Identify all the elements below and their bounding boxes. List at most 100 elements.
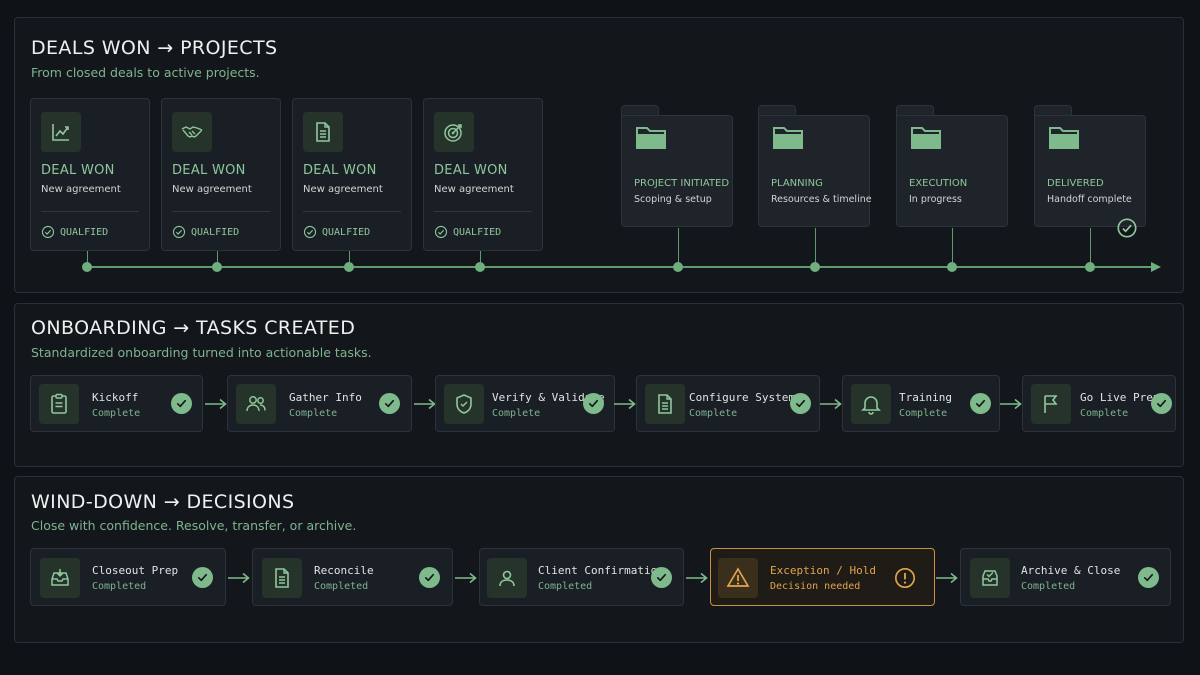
deal-subtitle: New agreement: [303, 184, 383, 195]
exception-card[interactable]: Exception / Hold Decision needed: [710, 548, 935, 606]
users-icon: [236, 384, 276, 424]
step-title: Client Confirmation: [538, 564, 664, 577]
bell-icon: [851, 384, 891, 424]
check-circle-icon: [41, 225, 55, 239]
timeline-dot: [344, 262, 354, 272]
deal-title: DEAL WON: [434, 163, 508, 178]
deal-card[interactable]: DEAL WON New agreement QUALFIED: [423, 98, 543, 251]
section-subtitle: From closed deals to active projects.: [31, 65, 260, 80]
step-card[interactable]: Archive & Close Completed: [960, 548, 1171, 606]
check-icon: [1151, 393, 1172, 414]
check-icon: [379, 393, 400, 414]
arrow-right-icon: [613, 398, 637, 410]
qualified-badge: QUALFIED: [41, 225, 108, 239]
step-card[interactable]: Reconcile Completed: [252, 548, 453, 606]
timeline: [86, 266, 1154, 268]
target-icon: [434, 112, 474, 152]
qualified-badge: QUALFIED: [434, 225, 501, 239]
task-title: Kickoff: [92, 391, 139, 404]
connector: [815, 228, 816, 266]
timeline-dot: [1085, 262, 1095, 272]
arrow-right-icon: [935, 572, 959, 584]
deal-status: QUALFIED: [453, 226, 502, 238]
step-card[interactable]: Closeout Prep Completed: [30, 548, 226, 606]
deal-title: DEAL WON: [41, 163, 115, 178]
check-icon: [970, 393, 991, 414]
project-folder[interactable]: PROJECT INITIATED Scoping & setup: [621, 105, 733, 227]
section-subtitle: Standardized onboarding turned into acti…: [31, 345, 372, 360]
project-title: DELIVERED: [1047, 178, 1104, 189]
task-card[interactable]: Kickoff Complete: [30, 375, 203, 432]
check-circle-icon: [172, 225, 186, 239]
alert-circle-icon: [895, 568, 915, 588]
task-status: Complete: [289, 408, 338, 419]
divider: [434, 211, 532, 212]
step-status: Completed: [538, 581, 593, 592]
task-card[interactable]: Go Live Prep Complete: [1022, 375, 1176, 432]
document-icon: [303, 112, 343, 152]
check-icon: [419, 567, 440, 588]
check-icon: [192, 567, 213, 588]
check-icon: [171, 393, 192, 414]
folder-icon: [1048, 123, 1080, 151]
task-title: Training: [899, 391, 952, 404]
arrow-right-icon: [999, 398, 1023, 410]
deal-card[interactable]: DEAL WON New agreement QUALFIED: [30, 98, 150, 251]
connector: [1090, 228, 1091, 266]
section-title: DEALS WON → PROJECTS: [31, 37, 278, 59]
check-circle-icon: [1116, 217, 1138, 239]
task-title: Gather Info: [289, 391, 362, 404]
project-subtitle: Resources & timeline: [771, 194, 872, 205]
shield-icon: [444, 384, 484, 424]
deal-title: DEAL WON: [303, 163, 377, 178]
document-icon: [262, 558, 302, 598]
task-card[interactable]: Training Complete: [842, 375, 1000, 432]
chart-icon: [41, 112, 81, 152]
task-status: Complete: [492, 408, 541, 419]
deal-status: QUALFIED: [191, 226, 240, 238]
project-title: PROJECT INITIATED: [634, 178, 730, 189]
check-circle-icon: [434, 225, 448, 239]
project-subtitle: In progress: [909, 194, 962, 205]
divider: [41, 211, 139, 212]
flag-icon: [1031, 384, 1071, 424]
project-title: EXECUTION: [909, 178, 968, 189]
deal-subtitle: New agreement: [434, 184, 514, 195]
handshake-icon: [172, 112, 212, 152]
folder-icon: [910, 123, 942, 151]
task-card[interactable]: Verify & Validate Complete: [435, 375, 615, 432]
task-status: Complete: [92, 408, 141, 419]
qualified-badge: QUALFIED: [303, 225, 370, 239]
deal-subtitle: New agreement: [41, 184, 121, 195]
divider: [303, 211, 401, 212]
user-icon: [487, 558, 527, 598]
project-folder[interactable]: EXECUTION In progress: [896, 105, 1008, 227]
arrow-right-icon: [204, 398, 228, 410]
step-card[interactable]: Client Confirmation Completed: [479, 548, 684, 606]
task-card[interactable]: Gather Info Complete: [227, 375, 412, 432]
deal-card[interactable]: DEAL WON New agreement QUALFIED: [161, 98, 281, 251]
divider: [172, 211, 270, 212]
deal-subtitle: New agreement: [172, 184, 252, 195]
project-title: PLANNING: [771, 178, 823, 189]
step-status: Completed: [92, 581, 147, 592]
step-title: Archive & Close: [1021, 564, 1121, 577]
section-subtitle: Close with confidence. Resolve, transfer…: [31, 518, 357, 533]
check-circle-icon: [303, 225, 317, 239]
project-folder[interactable]: PLANNING Resources & timeline: [758, 105, 872, 227]
project-subtitle: Scoping & setup: [634, 194, 712, 205]
arrow-right-icon: [819, 398, 843, 410]
task-card[interactable]: Configure Systems Complete: [636, 375, 820, 432]
archive-icon: [970, 558, 1010, 598]
check-icon: [583, 393, 604, 414]
project-folder[interactable]: DELIVERED Handoff complete: [1034, 105, 1146, 227]
clipboard-icon: [39, 384, 79, 424]
timeline-dot: [475, 262, 485, 272]
inbox-icon: [40, 558, 80, 598]
deal-card[interactable]: DEAL WON New agreement QUALFIED: [292, 98, 412, 251]
step-status: Completed: [1021, 581, 1076, 592]
arrow-right-icon: [454, 572, 478, 584]
check-icon: [651, 567, 672, 588]
timeline-dot: [212, 262, 222, 272]
deal-status: QUALFIED: [60, 226, 109, 238]
